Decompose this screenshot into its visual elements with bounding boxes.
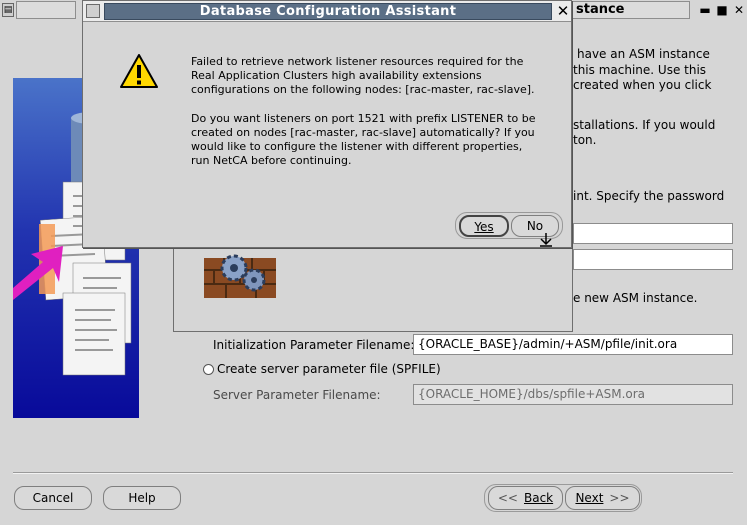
- init-param-label: Initialization Parameter Filename:: [213, 338, 415, 352]
- description-line: created when you click: [573, 78, 712, 92]
- brick-gears-icon: [200, 248, 280, 300]
- main-title-left-segment: [16, 1, 76, 19]
- description-line: have an ASM instance: [577, 47, 710, 61]
- description-line: this machine. Use this: [573, 63, 707, 77]
- dialog-title: Database Configuration Assistant: [199, 4, 457, 19]
- message-line: created on nodes [rac-master, rac-slave]…: [191, 125, 535, 139]
- message-line: run NetCA before continuing.: [191, 154, 352, 168]
- main-window-title: stance: [572, 1, 690, 19]
- message-line: Do you want listeners on port 1521 with …: [191, 111, 536, 125]
- next-button-label: Next: [575, 491, 604, 505]
- close-icon[interactable]: ✕: [731, 2, 747, 18]
- next-button[interactable]: Next >>: [565, 486, 640, 510]
- message-line: configurations on the following nodes: […: [191, 83, 535, 97]
- back-button-label: Back: [523, 491, 554, 505]
- server-param-field[interactable]: {ORACLE_HOME}/dbs/spfile+ASM.ora: [413, 384, 733, 405]
- warning-icon: [119, 53, 159, 89]
- maximize-icon[interactable]: ■: [714, 2, 730, 18]
- back-arrow-icon: <<: [497, 491, 518, 505]
- help-button[interactable]: Help: [103, 486, 181, 510]
- confirmation-dialog: Database Configuration Assistant ✕ Faile…: [82, 0, 572, 248]
- password-field[interactable]: [573, 223, 733, 244]
- background-popup: [173, 245, 573, 332]
- dialog-close-icon[interactable]: ✕: [555, 2, 571, 20]
- message-line: Failed to retrieve network listener reso…: [191, 55, 524, 68]
- init-param-field[interactable]: {ORACLE_BASE}/admin/+ASM/pfile/init.ora: [413, 334, 733, 355]
- spfile-radio[interactable]: [203, 364, 214, 375]
- message-line: would like to configure the listener wit…: [191, 140, 523, 154]
- yes-button-label: Yes: [474, 220, 494, 234]
- footer-separator: [13, 472, 733, 474]
- next-arrow-icon: >>: [609, 491, 630, 505]
- message-line: Real Application Clusters high availabil…: [191, 69, 482, 83]
- dialog-menu-icon[interactable]: [86, 4, 100, 18]
- confirm-password-field[interactable]: [573, 249, 733, 270]
- yes-button[interactable]: Yes: [459, 215, 509, 237]
- window-menu-icon[interactable]: ▤: [2, 3, 14, 17]
- back-button[interactable]: << Back: [488, 486, 563, 510]
- dialog-message: Failed to retrieve network listener reso…: [191, 55, 561, 168]
- description-line: int. Specify the password: [573, 189, 725, 203]
- cancel-button[interactable]: Cancel: [14, 486, 92, 510]
- minimize-icon[interactable]: ▬: [697, 2, 713, 18]
- server-param-label: Server Parameter Filename:: [213, 388, 381, 402]
- spfile-radio-label: Create server parameter file (SPFILE): [217, 362, 441, 376]
- description-line: e new ASM instance.: [573, 291, 698, 305]
- description-line: ton.: [573, 133, 597, 147]
- description-line: stallations. If you would: [573, 118, 716, 132]
- mouse-cursor-icon: [538, 232, 554, 248]
